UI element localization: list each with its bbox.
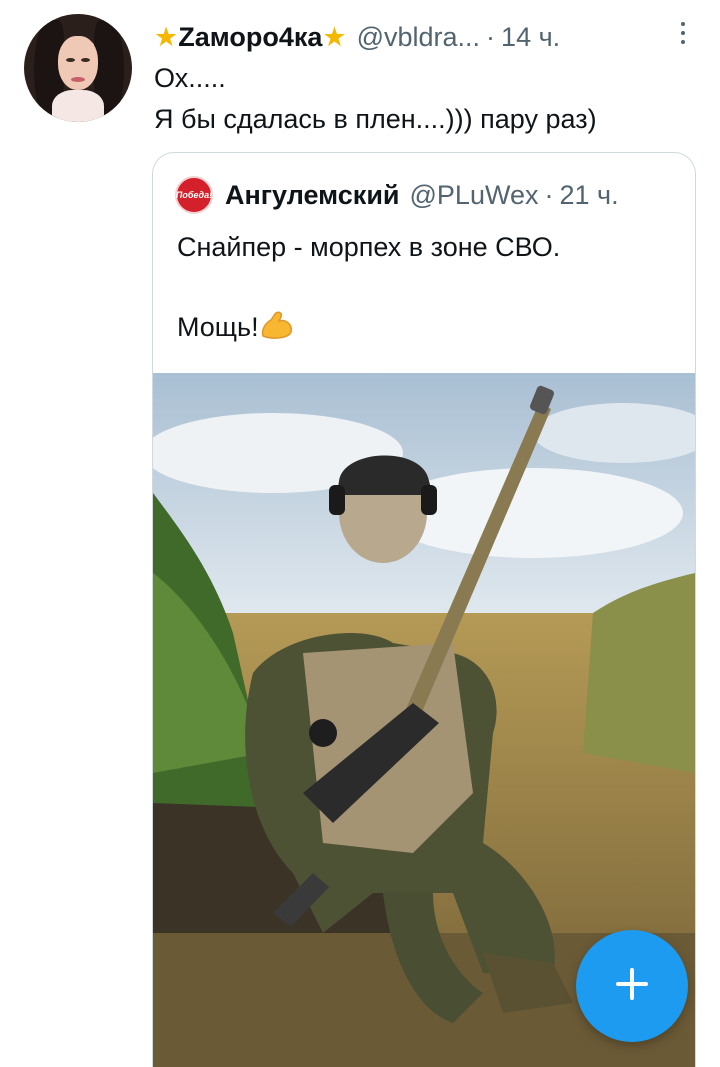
tweet-text-line: Я бы сдалась в плен....))) пару раз)	[154, 104, 597, 134]
separator-dot: ·	[544, 179, 554, 210]
author-handle[interactable]: @vbldra...	[357, 20, 480, 54]
flexed-biceps-icon	[259, 310, 295, 351]
avatar-eye	[66, 58, 75, 62]
avatar-neck	[52, 90, 104, 122]
more-options-icon[interactable]	[680, 22, 686, 44]
avatar-eye	[81, 58, 90, 62]
star-icon: ★	[322, 22, 347, 52]
compose-button[interactable]	[576, 930, 688, 1042]
tweet-time[interactable]: 14 ч.	[501, 20, 560, 54]
plus-icon	[612, 964, 652, 1009]
quoted-author-handle[interactable]: @PLuWex	[410, 180, 539, 211]
quoted-tweet[interactable]: Победа! Ангулемский @PLuWex · 21 ч. Снай…	[152, 152, 696, 1067]
quoted-tweet-text: Снайпер - морпех в зоне СВО. Мощь!	[177, 227, 677, 351]
quoted-tweet-time[interactable]: 21 ч.	[559, 180, 618, 211]
tweet-header: ★ Zаморо4ка ★ @vbldra... · 14 ч.	[154, 20, 690, 54]
quoted-text-body: Снайпер - морпех в зоне СВО. Мощь!	[177, 232, 561, 342]
author-avatar[interactable]	[24, 14, 132, 122]
quoted-author-name[interactable]: Ангулемский	[225, 180, 400, 211]
avatar-lips	[71, 77, 85, 82]
author-name[interactable]: Zаморо4ка	[178, 20, 322, 54]
star-icon: ★	[154, 22, 179, 52]
quoted-tweet-header: Победа! Ангулемский @PLuWex · 21 ч.	[175, 175, 683, 215]
quoted-author-avatar[interactable]: Победа!	[175, 176, 213, 214]
tweet[interactable]: ★ Zаморо4ка ★ @vbldra... · 14 ч. Ох.....…	[0, 0, 720, 1067]
tweet-text-line: Ох.....	[154, 63, 226, 93]
tweet-text: Ох..... Я бы сдалась в плен....))) пару …	[154, 58, 694, 140]
separator-dot: ·	[486, 22, 496, 52]
